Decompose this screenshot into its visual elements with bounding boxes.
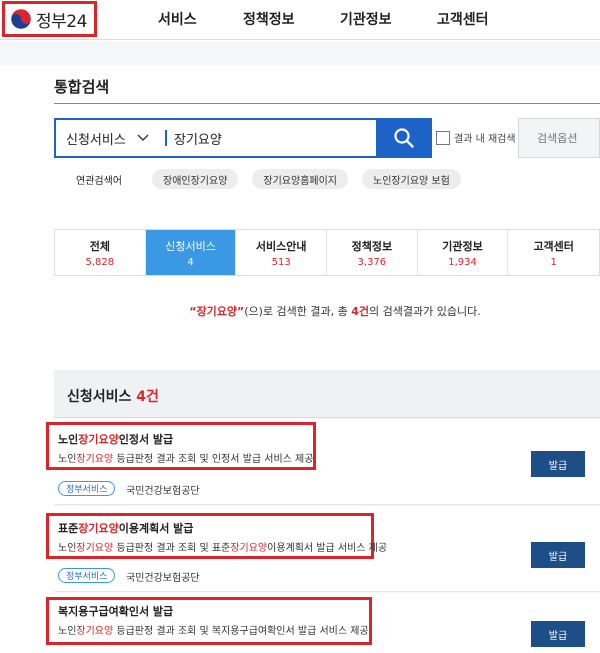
summary-count: 4건 [351,305,370,318]
related-keyword-chip[interactable]: 장애인장기요양 [152,169,239,189]
related-keyword-chip[interactable]: 노인장기요양 보험 [362,169,461,189]
tab-label: 정책정보 [351,239,393,253]
issue-button[interactable]: 발급 [531,542,585,568]
search-button[interactable] [376,118,432,158]
issue-button[interactable]: 발급 [531,621,585,647]
result-category-tabs: 전체 5,828 신청서비스 4 서비스안내 513 정책정보 3,376 기관… [54,229,600,276]
title-divider [54,103,600,104]
list-item: 표준장기요양이용계획서 발급 노인장기요양 등급판정 결과 조회 및 표준장기요… [46,506,600,592]
search-input[interactable] [174,128,374,148]
tab-label: 전체 [89,239,110,253]
search-options-button[interactable]: 검색옵션 [518,118,600,158]
item-title[interactable]: 노인장기요양인정서 발급 [58,431,173,447]
logo-text: 정부24 [36,11,87,32]
item-tag: 정부서비스 [58,481,116,496]
taegeuk-logo-icon [10,8,32,30]
related-keyword-chip[interactable]: 장기요양홈페이지 [252,169,349,189]
item-tag: 정부서비스 [58,568,116,583]
item-org: 국민건강보험공단 [126,573,200,584]
tab-agency-info[interactable]: 기관정보 1,934 [417,230,509,275]
search-cursor-divider [165,130,167,146]
search-within-results[interactable]: 결과 내 재검색 [436,130,516,145]
item-description: 노인장기요양 등급판정 결과 조회 및 인정서 발급 서비스 제공 [58,454,314,465]
search-bar: 신청서비스 [54,118,432,158]
page-title: 통합검색 [54,78,110,96]
tab-count: 1,934 [448,256,477,268]
search-category-value: 신청서비스 [66,132,126,148]
tab-all[interactable]: 전체 5,828 [55,230,146,275]
summary-end: 의 검색결과가 있습니다. [369,305,481,318]
related-keywords: 연관검색어 장애인장기요양 장기요양홈페이지 노인장기요양 보험 [76,169,475,189]
search-summary: “장기요양”(으)로 검색한 결과, 총 4건의 검색결과가 있습니다. [0,303,600,319]
search-within-checkbox[interactable] [436,130,450,145]
nav-customer-center[interactable]: 고객센터 [437,9,489,29]
result-list-header: 신청서비스 4건 [54,370,600,418]
tab-label: 기관정보 [442,239,483,253]
tab-count: 4 [187,256,194,268]
summary-keyword: 장기요양 [196,305,237,318]
related-keywords-label: 연관검색어 [76,175,122,187]
item-title[interactable]: 표준장기요양이용계획서 발급 [58,520,193,536]
chevron-down-icon [137,134,149,141]
tab-count: 3,376 [357,256,387,268]
site-logo[interactable]: 정부24 [2,1,97,37]
top-header: 정부24 서비스 정책정보 기관정보 고객센터 [0,0,600,40]
tab-application-service[interactable]: 신청서비스 4 [145,230,237,275]
summary-middle: (으)로 검색한 결과, 총 [244,305,352,318]
tab-label: 고객센터 [533,239,574,253]
tab-count: 5,828 [85,256,115,268]
tab-policy-info[interactable]: 정책정보 3,376 [327,230,418,275]
result-list-count: 4건 [136,389,159,405]
nav-service[interactable]: 서비스 [158,9,197,29]
nav-policy-info[interactable]: 정책정보 [243,9,295,29]
tab-count: 513 [271,256,291,268]
item-org: 국민건강보험공단 [126,486,200,497]
tab-label: 신청서비스 [165,239,216,253]
list-item: 복지용구급여확인서 발급 노인장기요양 등급판정 결과 조회 및 복지용구급여확… [46,593,600,653]
tab-label: 서비스안내 [255,239,307,253]
result-list-title-text: 신청서비스 [67,389,132,405]
tab-count: 1 [550,256,557,268]
item-description: 노인장기요양 등급판정 결과 조회 및 복지용구급여확인서 발급 서비스 제공 [58,626,369,637]
result-list: 신청서비스 4건 노인장기요양인정서 발급 노인장기요양 등급판정 결과 조회 … [46,370,600,653]
result-list-title: 신청서비스 4건 [67,386,159,406]
header-spacer [0,41,600,65]
item-description: 노인장기요양 등급판정 결과 조회 및 표준장기요양이용계획서 발급 서비스 제… [58,543,388,554]
list-item: 노인장기요양인정서 발급 노인장기요양 등급판정 결과 조회 및 인정서 발급 … [46,419,600,505]
issue-button[interactable]: 발급 [531,451,585,477]
tab-customer-center[interactable]: 고객센터 1 [508,230,600,275]
search-within-label: 결과 내 재검색 [454,134,516,145]
tab-service-guide[interactable]: 서비스안내 513 [236,230,328,275]
search-icon [394,128,414,148]
nav-agency-info[interactable]: 기관정보 [340,9,392,29]
item-title[interactable]: 복지용구급여확인서 발급 [58,603,173,619]
summary-quote-open: “ [189,305,197,318]
search-category-select[interactable]: 신청서비스 [66,120,150,156]
